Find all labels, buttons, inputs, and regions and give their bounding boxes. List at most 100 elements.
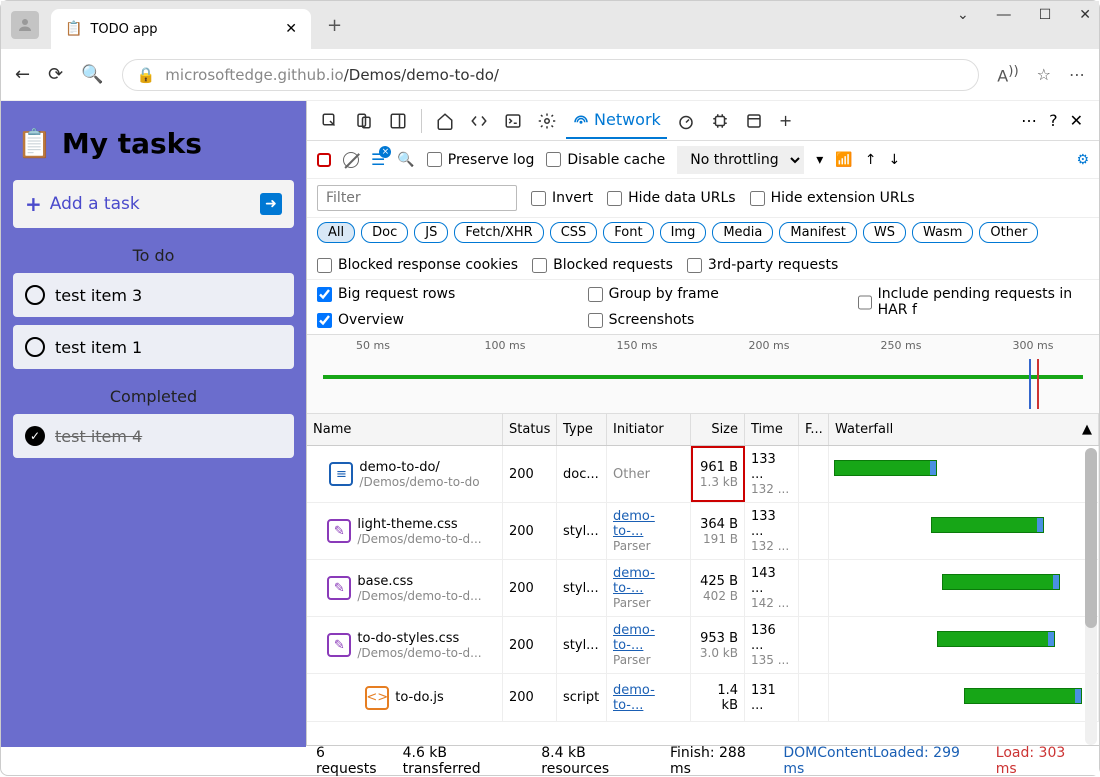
submit-arrow-icon[interactable]: ➜	[260, 193, 282, 215]
type-filter-other[interactable]: Other	[979, 222, 1038, 243]
minimize-button[interactable]: ―	[997, 7, 1011, 23]
type-filter-font[interactable]: Font	[603, 222, 653, 243]
download-har-icon[interactable]: ↓	[888, 152, 900, 168]
type-filter-manifest[interactable]: Manifest	[779, 222, 856, 243]
maximize-button[interactable]: ☐	[1039, 7, 1052, 23]
col-waterfall[interactable]: Waterfall▲	[829, 414, 1099, 445]
back-button[interactable]: ←	[15, 64, 30, 85]
col-name[interactable]: Name	[307, 414, 503, 445]
close-devtools-icon[interactable]: ✕	[1070, 111, 1083, 130]
third-party-checkbox[interactable]: 3rd-party requests	[687, 257, 838, 273]
close-tab-icon[interactable]: ✕	[285, 21, 297, 37]
new-tab-button[interactable]: +	[319, 11, 350, 40]
add-task-input[interactable]: + Add a task ➜	[13, 180, 294, 228]
disable-cache-checkbox[interactable]: Disable cache	[546, 152, 665, 168]
type-filter-js[interactable]: JS	[414, 222, 448, 243]
search-icon[interactable]: 🔍	[397, 152, 414, 168]
scrollbar-thumb[interactable]	[1085, 448, 1097, 628]
type-filter-media[interactable]: Media	[712, 222, 773, 243]
task-item[interactable]: test item 1	[13, 325, 294, 369]
type-filter-all[interactable]: All	[317, 222, 355, 243]
network-tab[interactable]: Network	[566, 102, 667, 139]
favorite-icon[interactable]: ☆	[1037, 65, 1051, 84]
caret-down-icon[interactable]: ▾	[816, 152, 823, 168]
screenshots-checkbox[interactable]: Screenshots	[588, 312, 819, 328]
col-size[interactable]: Size	[691, 414, 745, 445]
col-type[interactable]: Type	[557, 414, 607, 445]
record-button[interactable]	[317, 153, 331, 167]
checkbox-icon[interactable]	[25, 337, 45, 357]
more-tabs-button[interactable]: +	[773, 103, 798, 138]
settings-icon[interactable]: ⚙	[1076, 152, 1089, 168]
address-bar[interactable]: 🔒 microsoftedge.github.io/Demos/demo-to-…	[122, 59, 980, 91]
clipboard-icon: 📋	[17, 127, 52, 160]
application-tab[interactable]	[739, 104, 769, 138]
task-item-done[interactable]: ✓test item 4	[13, 414, 294, 458]
col-time[interactable]: Time	[745, 414, 799, 445]
performance-tab[interactable]	[671, 104, 701, 138]
request-row[interactable]: <>to-do.js 200 script demo-to-... 1.4 kB…	[307, 674, 1099, 722]
request-row[interactable]: ≡demo-to-do//Demos/demo-to-do 200 doc...…	[307, 446, 1099, 503]
type-filter-ws[interactable]: WS	[863, 222, 906, 243]
network-toolbar: ☰× 🔍 Preserve log Disable cache No throt…	[307, 141, 1099, 179]
caret-down-icon[interactable]: ⌄	[957, 7, 969, 23]
memory-tab[interactable]	[705, 104, 735, 138]
read-aloud-icon[interactable]: A))	[997, 64, 1018, 85]
more-tools-icon[interactable]: ⋯	[1021, 111, 1037, 130]
col-fulfilled[interactable]: F...	[799, 414, 829, 445]
url-toolbar: ← ⟳ 🔍 🔒 microsoftedge.github.io/Demos/de…	[1, 49, 1099, 101]
hide-ext-urls-checkbox[interactable]: Hide extension URLs	[750, 190, 915, 206]
timeline-tick: 50 ms	[307, 339, 439, 352]
search-icon[interactable]: 🔍	[81, 64, 103, 85]
request-row[interactable]: ✎to-do-styles.css/Demos/demo-to-d... 200…	[307, 617, 1099, 674]
elements-tab[interactable]	[464, 104, 494, 138]
timeline-tick: 300 ms	[967, 339, 1099, 352]
invert-checkbox[interactable]: Invert	[531, 190, 593, 206]
task-item[interactable]: test item 3	[13, 273, 294, 317]
timeline-overview[interactable]: 50 ms100 ms150 ms200 ms250 ms300 ms	[307, 334, 1099, 414]
menu-icon[interactable]: ⋯	[1069, 65, 1085, 84]
type-filter-fetch/xhr[interactable]: Fetch/XHR	[454, 222, 543, 243]
blocked-requests-checkbox[interactable]: Blocked requests	[532, 257, 673, 273]
request-row[interactable]: ✎light-theme.css/Demos/demo-to-d... 200 …	[307, 503, 1099, 560]
type-filter-row: All Doc JS Fetch/XHR CSSFont ImgMedia Manifest…	[307, 218, 1099, 251]
request-row[interactable]: ✎base.css/Demos/demo-to-d... 200 styl...…	[307, 560, 1099, 617]
big-rows-checkbox[interactable]: Big request rows	[317, 286, 548, 302]
reload-button[interactable]: ⟳	[48, 64, 63, 85]
welcome-tab[interactable]	[430, 104, 460, 138]
timeline-tick: 100 ms	[439, 339, 571, 352]
overview-checkbox[interactable]: Overview	[317, 312, 548, 328]
col-status[interactable]: Status	[503, 414, 557, 445]
throttling-select[interactable]: No throttling	[677, 146, 804, 174]
type-filter-doc[interactable]: Doc	[361, 222, 408, 243]
tab-favicon: 📋	[65, 21, 82, 37]
preserve-log-checkbox[interactable]: Preserve log	[427, 152, 535, 168]
profile-avatar[interactable]	[11, 11, 39, 39]
dock-icon[interactable]	[383, 104, 413, 138]
type-filter-img[interactable]: Img	[660, 222, 707, 243]
console-tab[interactable]	[498, 104, 528, 138]
filter-toggle-icon[interactable]: ☰×	[371, 150, 385, 169]
devtools-tabs: Network + ⋯ ? ✕	[307, 101, 1099, 141]
checked-icon[interactable]: ✓	[25, 426, 45, 446]
type-filter-wasm[interactable]: Wasm	[912, 222, 973, 243]
status-resources: 8.4 kB resources	[541, 745, 656, 777]
col-initiator[interactable]: Initiator	[607, 414, 691, 445]
inspect-icon[interactable]	[315, 104, 345, 138]
filter-input[interactable]	[317, 185, 517, 211]
type-filter-css[interactable]: CSS	[550, 222, 598, 243]
checkbox-icon[interactable]	[25, 285, 45, 305]
clear-button[interactable]	[343, 152, 359, 168]
network-conditions-icon[interactable]: 📶	[835, 152, 852, 168]
section-completed: Completed	[13, 387, 294, 406]
browser-tab[interactable]: 📋 TODO app ✕	[51, 9, 311, 49]
blocked-cookies-checkbox[interactable]: Blocked response cookies	[317, 257, 518, 273]
help-icon[interactable]: ?	[1049, 111, 1058, 130]
group-frame-checkbox[interactable]: Group by frame	[588, 286, 819, 302]
device-icon[interactable]	[349, 104, 379, 138]
upload-har-icon[interactable]: ↑	[865, 152, 877, 168]
include-har-checkbox[interactable]: Include pending requests in HAR f	[858, 286, 1089, 318]
close-window-button[interactable]: ✕	[1079, 7, 1091, 23]
hide-data-urls-checkbox[interactable]: Hide data URLs	[607, 190, 735, 206]
sources-tab[interactable]	[532, 104, 562, 138]
